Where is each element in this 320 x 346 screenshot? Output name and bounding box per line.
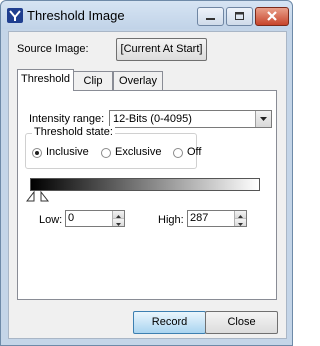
threshold-state-legend: Threshold state: [32,126,115,138]
threshold-slider[interactable] [26,190,86,202]
record-button[interactable]: Record [133,311,206,334]
source-image-button[interactable]: [Current At Start] [116,38,207,61]
intensity-range-label: Intensity range: [29,113,105,125]
window-title: Threshold Image [27,8,125,23]
high-spinbox[interactable] [187,210,247,227]
close-window-button[interactable] [255,7,289,26]
minimize-button[interactable] [197,7,224,26]
intensity-range-value: 12-Bits (0-4095) [113,113,192,125]
maximize-icon [235,12,244,20]
low-input[interactable] [68,212,108,224]
off-radio[interactable] [173,148,183,158]
intensity-range-select[interactable]: 12-Bits (0-4095) [109,110,272,128]
close-icon [267,11,277,21]
exclusive-label[interactable]: Exclusive [115,146,161,158]
high-input[interactable] [190,212,230,224]
source-image-label: Source Image: [17,43,89,55]
maximize-button[interactable] [226,7,253,26]
minimize-icon [206,18,215,20]
app-icon [7,8,23,23]
inclusive-label[interactable]: Inclusive [46,146,89,158]
inclusive-radio[interactable] [32,148,42,158]
threshold-state-group: Threshold state: Inclusive Exclusive Off [25,126,201,169]
high-threshold-handle [40,190,50,202]
high-label: High: [158,214,184,226]
high-spin-up-icon[interactable] [235,211,246,219]
low-spin-up-icon[interactable] [113,211,124,219]
low-spinbox[interactable] [65,210,125,227]
close-button[interactable]: Close [205,311,278,334]
chevron-down-icon[interactable] [255,111,271,127]
low-spin-down-icon[interactable] [113,219,124,226]
title-bar[interactable]: Threshold Image [1,1,292,29]
exclusive-radio[interactable] [101,148,111,158]
off-label[interactable]: Off [187,146,201,158]
threshold-tab-panel: Intensity range: 12-Bits (0-4095) Thresh… [17,90,277,300]
low-label: Low: [39,214,63,226]
threshold-image-window: Threshold Image Source Image: [Current A… [0,0,293,346]
tab-clip[interactable]: Clip [73,71,113,91]
tab-overlay[interactable]: Overlay [113,71,163,91]
low-threshold-handle [26,190,35,202]
dialog-body: Source Image: [Current At Start] Thresho… [8,31,287,339]
high-spin-down-icon[interactable] [235,219,246,226]
tab-threshold[interactable]: Threshold [17,69,74,91]
